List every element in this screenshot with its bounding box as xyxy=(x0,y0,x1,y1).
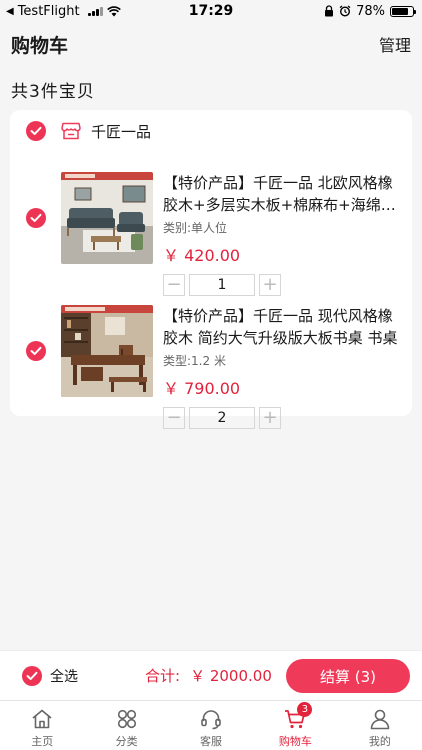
wifi-icon xyxy=(106,5,121,16)
lock-rotation-icon xyxy=(325,5,334,17)
checkmark-icon xyxy=(30,213,42,222)
status-bar: ◀ TestFlight 17:29 78% xyxy=(0,0,422,22)
page-title: 购物车 xyxy=(11,34,69,57)
item-spec: 类型:1.2 米 xyxy=(163,354,226,368)
tab-label: 主页 xyxy=(31,735,54,748)
total-amount: ￥ 2000.00 xyxy=(190,667,272,685)
tab-bar: 主页 分类 客服 3 购物车 我的 xyxy=(0,700,422,750)
product-image-desk[interactable] xyxy=(61,305,153,397)
select-all-checkbox[interactable] xyxy=(22,665,42,686)
shop-header: 千匠一品 xyxy=(26,120,151,142)
item-checkbox[interactable] xyxy=(26,341,46,361)
page-header: 购物车 管理 xyxy=(0,28,422,60)
status-time: 17:29 xyxy=(188,3,234,19)
back-app-label[interactable]: TestFlight xyxy=(18,4,80,19)
item-info: 【特价产品】千匠一品 现代风格橡胶木 简约大气升级版大板书桌 书桌 类型:1.2… xyxy=(163,305,399,429)
tab-cart[interactable]: 3 购物车 xyxy=(253,701,337,750)
tab-label: 我的 xyxy=(368,735,391,748)
item-spec: 类别:单人位 xyxy=(163,221,228,235)
shop-name[interactable]: 千匠一品 xyxy=(91,121,151,142)
total-label: 合计: xyxy=(145,667,181,685)
item-checkbox[interactable] xyxy=(26,208,46,228)
quantity-stepper: − 1 + xyxy=(163,274,399,296)
store-icon xyxy=(61,121,81,141)
tab-profile[interactable]: 我的 xyxy=(338,701,422,750)
quantity-input[interactable]: 2 xyxy=(189,407,255,429)
manage-button[interactable]: 管理 xyxy=(379,32,411,56)
shop-cart-card: 千匠一品 【特价产品】千匠一品 北欧风格橡胶木+多层实木板+棉麻布+海绵 类别:… xyxy=(10,110,412,429)
tab-category[interactable]: 分类 xyxy=(84,701,168,750)
category-icon xyxy=(117,709,136,729)
checkmark-icon xyxy=(30,346,42,355)
user-icon xyxy=(370,709,390,730)
cart-item: 【特价产品】千匠一品 北欧风格橡胶木+多层实木板+棉麻布+海绵 沙发 类别:单人… xyxy=(10,172,412,296)
tab-label: 购物车 xyxy=(278,735,312,748)
select-all-label: 全选 xyxy=(50,668,78,685)
decrease-button[interactable]: − xyxy=(163,407,185,429)
product-image-sofa[interactable] xyxy=(61,172,153,264)
item-price: ￥ 420.00 xyxy=(163,246,241,265)
decrease-button[interactable]: − xyxy=(163,274,185,296)
checkout-bar: 全选 合计: ￥ 2000.00 结算 (3) xyxy=(0,650,422,700)
tab-label: 客服 xyxy=(200,735,223,748)
status-left: ◀ TestFlight xyxy=(6,4,121,19)
checkmark-icon xyxy=(30,126,42,135)
headset-icon xyxy=(201,710,221,730)
item-name[interactable]: 【特价产品】千匠一品 现代风格橡胶木 简约大气升级版大板书桌 书桌 xyxy=(163,305,399,349)
tab-label: 分类 xyxy=(115,735,138,748)
cart-count: 共3件宝贝 xyxy=(11,82,95,102)
back-arrow-icon[interactable]: ◀ xyxy=(6,6,14,17)
quantity-input[interactable]: 1 xyxy=(189,274,255,296)
item-name[interactable]: 【特价产品】千匠一品 北欧风格橡胶木+多层实木板+棉麻布+海绵 沙发 xyxy=(163,172,399,216)
increase-button[interactable]: + xyxy=(259,274,281,296)
quantity-stepper: − 2 + xyxy=(163,407,399,429)
cart-item: 【特价产品】千匠一品 现代风格橡胶木 简约大气升级版大板书桌 书桌 类型:1.2… xyxy=(10,305,412,429)
cart-badge: 3 xyxy=(297,702,313,717)
battery-percent: 78% xyxy=(356,3,385,19)
tab-home[interactable]: 主页 xyxy=(0,701,84,750)
home-icon xyxy=(32,709,52,729)
alarm-icon xyxy=(339,5,351,17)
checkmark-icon xyxy=(26,671,38,680)
status-right: 78% xyxy=(324,3,416,19)
increase-button[interactable]: + xyxy=(259,407,281,429)
tab-service[interactable]: 客服 xyxy=(169,701,253,750)
battery-icon xyxy=(390,5,416,17)
select-all[interactable]: 全选 xyxy=(14,665,78,686)
order-total: 合计: ￥ 2000.00 xyxy=(145,665,272,686)
shop-checkbox[interactable] xyxy=(26,121,46,141)
item-info: 【特价产品】千匠一品 北欧风格橡胶木+多层实木板+棉麻布+海绵 沙发 类别:单人… xyxy=(163,172,399,296)
signal-icon xyxy=(87,6,103,16)
item-price: ￥ 790.00 xyxy=(163,379,241,398)
checkout-button[interactable]: 结算 (3) xyxy=(286,659,410,693)
